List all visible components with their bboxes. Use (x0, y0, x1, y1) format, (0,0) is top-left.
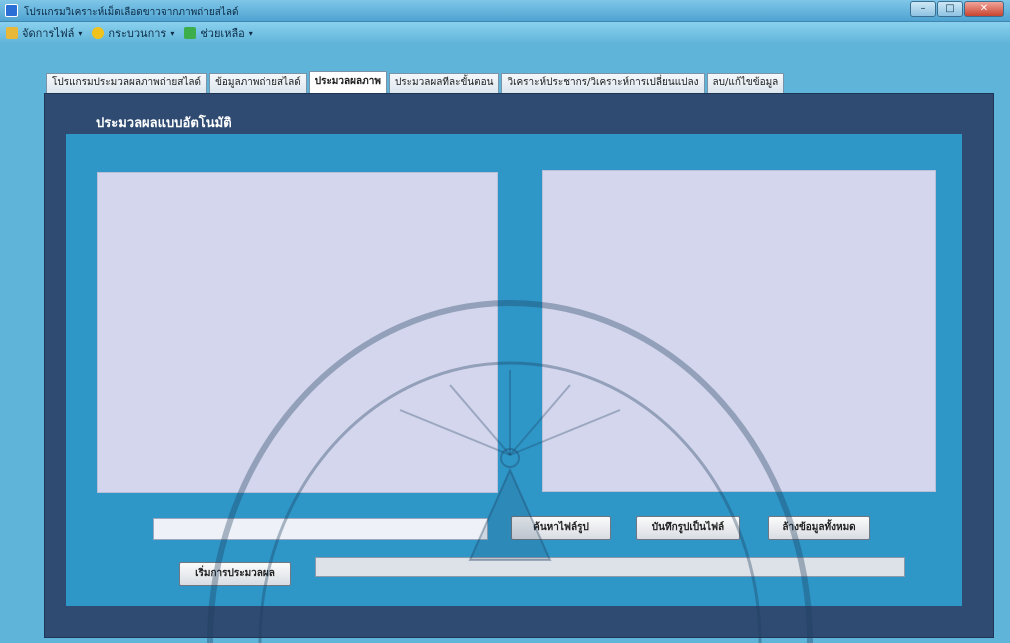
gear-icon (92, 27, 105, 39)
tab-image-processing[interactable]: ประมวลผลภาพ (308, 71, 387, 93)
save-image-button[interactable]: บันทึกรูปเป็นไฟล์ (636, 516, 740, 540)
menu-help[interactable]: ช่วยเหลือ ▾ (184, 24, 253, 42)
chevron-down-icon: ▾ (248, 28, 253, 38)
progress-bar (315, 557, 905, 577)
image-path-input[interactable] (153, 518, 488, 540)
menu-process-label: กระบวนการ (108, 27, 167, 40)
original-image-preview (97, 172, 498, 493)
menu-file[interactable]: จัดการไฟล์ ▾ (6, 24, 82, 42)
chevron-down-icon: ▾ (170, 28, 175, 38)
tab-bar: โปรแกรมประมวลผลภาพถ่ายสไลด์ ข้อมูลภาพถ่า… (46, 71, 786, 93)
title-bar: โปรแกรมวิเคราะห์เม็ดเลือดขาวจากภาพถ่ายสไ… (0, 0, 1010, 22)
maximize-button[interactable]: □ (937, 1, 963, 17)
menu-help-label: ช่วยเหลือ (200, 27, 245, 40)
tab-slide-data[interactable]: ข้อมูลภาพถ่ายสไลด์ (209, 73, 307, 93)
close-button[interactable]: ✕ (964, 1, 1004, 17)
menu-bar: จัดการไฟล์ ▾ กระบวนการ ▾ ช่วยเหลือ ▾ (0, 22, 1010, 44)
minimize-button[interactable]: – (910, 1, 936, 17)
chevron-down-icon: ▾ (78, 28, 83, 38)
panel-heading: ประมวลผลแบบอัตโนมัติ (96, 116, 232, 131)
processed-image-preview (542, 170, 936, 492)
folder-icon (6, 27, 18, 39)
browse-image-button[interactable]: ค้นหาไฟล์รูป (511, 516, 611, 540)
app-icon (5, 4, 18, 17)
tab-step-processing[interactable]: ประมวลผลทีละขั้นตอน (388, 73, 500, 93)
window-controls: – □ ✕ (910, 1, 1004, 17)
tab-slide-processing[interactable]: โปรแกรมประมวลผลภาพถ่ายสไลด์ (46, 73, 208, 93)
help-icon (184, 27, 197, 39)
tab-population-analysis[interactable]: วิเคราะห์ประชากร/วิเคราะห์การเปลี่ยนแปลง (501, 73, 705, 93)
menu-process[interactable]: กระบวนการ ▾ (92, 24, 174, 42)
menu-file-label: จัดการไฟล์ (22, 27, 75, 40)
tab-edit-data[interactable]: ลบ/แก้ไขข้อมูล (706, 73, 785, 93)
window-title: โปรแกรมวิเคราะห์เม็ดเลือดขาวจากภาพถ่ายสไ… (24, 7, 239, 18)
clear-all-button[interactable]: ล้างข้อมูลทั้งหมด (768, 516, 870, 540)
start-processing-button[interactable]: เริ่มการประมวลผล (179, 562, 291, 586)
